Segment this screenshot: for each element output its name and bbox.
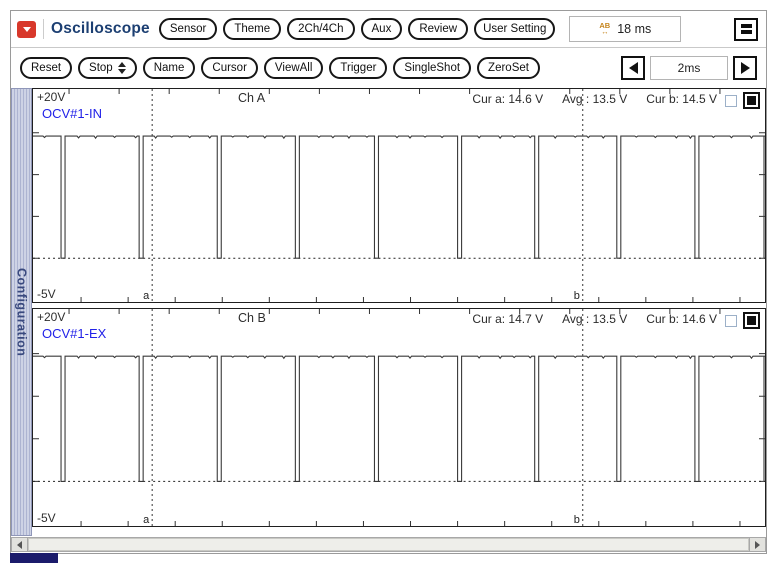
cursor-b-line-label: b (574, 514, 580, 526)
left-arrow-icon (629, 62, 638, 74)
checkbox-fill (747, 316, 756, 325)
horizontal-scrollbar[interactable] (11, 537, 766, 552)
scrollbar-thumb[interactable] (28, 538, 749, 551)
cursor-b-readout: Cur b: 14.6 V (646, 312, 717, 326)
cursor-a-line-label: a (143, 290, 150, 302)
channel-stack: ab +20V OCV#1-IN Ch A Cur a: 14.6 V Avg … (32, 88, 766, 536)
interval-value: 18 ms (617, 22, 651, 36)
timebase-next-button[interactable] (733, 56, 757, 80)
channel-a-panel: ab +20V OCV#1-IN Ch A Cur a: 14.6 V Avg … (32, 88, 766, 303)
reset-button[interactable]: Reset (20, 57, 72, 79)
stop-spinner-icon[interactable] (118, 62, 126, 74)
title-divider (43, 19, 44, 39)
name-button[interactable]: Name (143, 57, 196, 79)
timebase-group: 2ms (621, 56, 757, 80)
cursor-b-readout: Cur b: 14.5 V (646, 92, 717, 106)
scroll-right-button[interactable] (749, 538, 765, 551)
configuration-tab[interactable]: Configuration (11, 88, 32, 536)
timebase-prev-button[interactable] (621, 56, 645, 80)
singleshot-button[interactable]: SingleShot (393, 57, 471, 79)
channel-a-checkbox-checked[interactable] (743, 92, 760, 109)
menu-bar-bottom (741, 30, 752, 34)
signal-name-b: OCV#1-EX (42, 326, 106, 341)
channel-a-title: Ch A (238, 91, 265, 105)
review-button[interactable]: Review (408, 18, 468, 40)
viewall-button[interactable]: ViewAll (264, 57, 324, 79)
stop-button[interactable]: Stop (78, 57, 137, 79)
y-bottom-label: -5V (37, 511, 56, 525)
waveform-trace (33, 136, 765, 258)
scroll-left-button[interactable] (12, 538, 28, 551)
trigger-button[interactable]: Trigger (329, 57, 387, 79)
y-bottom-label: -5V (37, 287, 56, 301)
main-area: Configuration ab +20V OCV#1-IN Ch A Cur … (11, 88, 766, 536)
app-title: Oscilloscope (51, 20, 150, 38)
waveform-trace (33, 356, 765, 481)
scroll-right-icon (755, 541, 760, 549)
channel-b-title: Ch B (238, 311, 266, 325)
user-setting-button[interactable]: User Setting (474, 18, 555, 40)
measurements-b: Cur a: 14.7 V Avg : 13.5 V Cur b: 14.6 V (472, 312, 717, 326)
cursor-a-line-label: a (143, 514, 150, 526)
avg-readout: Avg : 13.5 V (562, 312, 627, 326)
background-window-edge (10, 553, 58, 563)
app-dropdown-icon[interactable] (17, 21, 36, 38)
channel-b-checkbox-checked[interactable] (743, 312, 760, 329)
cursor-a-readout: Cur a: 14.7 V (472, 312, 543, 326)
channel-b-checkbox-unchecked[interactable] (725, 315, 737, 327)
y-top-label: +20V (37, 90, 65, 104)
sensor-button[interactable]: Sensor (159, 18, 217, 40)
aux-button[interactable]: Aux (361, 18, 403, 40)
menu-bar-top (741, 24, 752, 28)
configuration-tab-label: Configuration (15, 268, 29, 356)
title-toolbar: Oscilloscope Sensor Theme 2Ch/4Ch Aux Re… (11, 11, 766, 48)
cursor-button[interactable]: Cursor (201, 57, 258, 79)
signal-name-a: OCV#1-IN (42, 106, 102, 121)
channel-a-checkbox-unchecked[interactable] (725, 95, 737, 107)
timebase-value: 2ms (650, 56, 728, 80)
waveform-plot-b: ab (33, 309, 765, 526)
oscilloscope-window: Oscilloscope Sensor Theme 2Ch/4Ch Aux Re… (10, 10, 767, 554)
theme-button[interactable]: Theme (223, 18, 281, 40)
ab-interval-icon: AB ↔ (599, 23, 610, 35)
channel-mode-button[interactable]: 2Ch/4Ch (287, 18, 354, 40)
interval-display: AB ↔ 18 ms (569, 16, 681, 42)
avg-readout: Avg : 13.5 V (562, 92, 627, 106)
zeroset-button[interactable]: ZeroSet (477, 57, 540, 79)
window-list-icon[interactable] (734, 18, 758, 41)
cursor-b-line-label: b (574, 290, 580, 302)
control-toolbar: Reset Stop Name Cursor ViewAll Trigger S… (11, 50, 766, 86)
waveform-plot-a: ab (33, 89, 765, 302)
cursor-a-readout: Cur a: 14.6 V (472, 92, 543, 106)
right-arrow-icon (741, 62, 750, 74)
channel-b-panel: ab +20V OCV#1-EX Ch B Cur a: 14.7 V Avg … (32, 308, 766, 527)
stop-button-label: Stop (89, 62, 113, 74)
y-top-label: +20V (37, 310, 65, 324)
scroll-left-icon (17, 541, 22, 549)
dropdown-arrow-icon (23, 27, 31, 32)
checkbox-fill (747, 96, 756, 105)
measurements-a: Cur a: 14.6 V Avg : 13.5 V Cur b: 14.5 V (472, 92, 717, 106)
